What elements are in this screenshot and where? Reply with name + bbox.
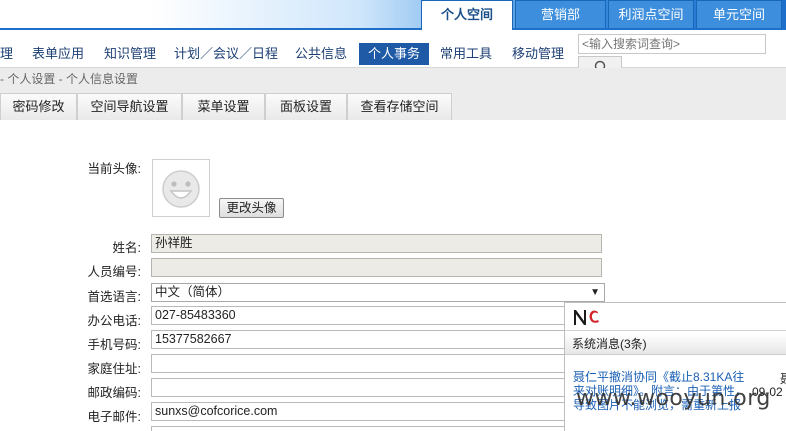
menu-item-common-tools[interactable]: 常用工具	[438, 43, 494, 65]
postcode-input[interactable]	[151, 378, 565, 397]
language-selected-value: 中文（简体）	[155, 285, 231, 299]
menu-item-knowledge[interactable]: 知识管理	[102, 43, 158, 65]
dropdown-arrow-icon: ▼	[590, 287, 600, 298]
avatar-face-icon	[162, 170, 200, 208]
space-tab-profit-center[interactable]: 利润点空间	[608, 0, 694, 28]
name-label: 姓名:	[112, 241, 141, 255]
notification-panel: 系统消息(3条) 聂仁平撤消协同《截止8.31KA往来对账明细》。附言：由于第性…	[564, 302, 786, 431]
space-tab-marketing[interactable]: 营销部	[515, 0, 606, 28]
email-input[interactable]: sunxs@cofcorice.com	[151, 402, 565, 421]
search-icon	[594, 60, 606, 68]
employee-no-field	[151, 258, 602, 277]
menu-item-mobile-management[interactable]: 移动管理	[510, 43, 566, 65]
notification-header	[565, 303, 786, 331]
email-label: 电子邮件:	[87, 410, 141, 424]
menu-item-partial[interactable]: 理	[0, 43, 14, 65]
watermark: www.wooyun.org	[576, 386, 771, 411]
language-label: 首选语言:	[87, 290, 141, 304]
nc-logo-icon	[574, 310, 599, 325]
office-phone-label: 办公电话:	[87, 314, 141, 328]
menu-item-public-info[interactable]: 公共信息	[293, 43, 349, 65]
menu-item-form-apps[interactable]: 表单应用	[30, 43, 86, 65]
postcode-label: 邮政编码:	[87, 386, 141, 400]
address-label: 家庭住址:	[87, 362, 141, 376]
space-tab-personal[interactable]: 个人空间	[421, 0, 513, 30]
breadcrumb: - 个人设置 - 个人信息设置	[0, 72, 138, 86]
employee-no-label: 人员编号:	[87, 265, 141, 279]
language-select[interactable]: 中文（简体） ▼	[151, 283, 605, 302]
notification-title: 系统消息(3条)	[565, 333, 786, 355]
office-phone-input[interactable]: 027-85483360	[151, 306, 565, 325]
menu-item-plan-meeting-schedule[interactable]: 计划／会议／日程	[174, 43, 278, 65]
change-avatar-button[interactable]: 更改头像	[219, 198, 284, 218]
avatar-label: 当前头像:	[87, 162, 141, 176]
tab-panel-settings[interactable]: 面板设置	[265, 93, 347, 120]
mobile-input[interactable]: 15377582667	[151, 330, 565, 349]
tab-storage-space[interactable]: 查看存储空间	[347, 93, 452, 120]
tab-menu-settings[interactable]: 菜单设置	[182, 93, 265, 120]
mobile-label: 手机号码:	[87, 338, 141, 352]
menu-item-personal-affairs[interactable]: 个人事务	[359, 43, 429, 65]
avatar	[152, 159, 210, 217]
address-input[interactable]	[151, 354, 565, 373]
tab-password-change[interactable]: 密码修改	[0, 93, 77, 120]
main-menu-bar: 理 表单应用 知识管理 计划／会议／日程 公共信息 个人事务 常用工具 移动管理	[0, 30, 786, 68]
name-field: 孙祥胜	[151, 234, 602, 253]
search-button[interactable]	[578, 56, 622, 68]
next-field-partial[interactable]	[151, 426, 565, 431]
search-input[interactable]	[578, 34, 766, 54]
space-tab-unit[interactable]: 单元空间	[696, 0, 782, 28]
tab-space-navigation[interactable]: 空间导航设置	[77, 93, 182, 120]
